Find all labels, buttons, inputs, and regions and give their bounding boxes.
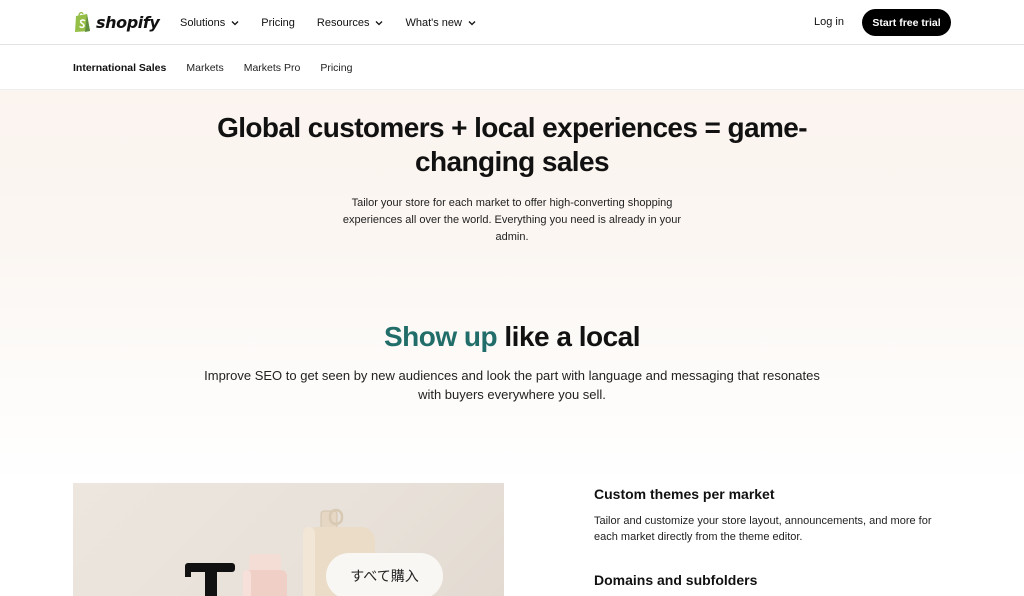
feature-title: Custom themes per market — [594, 486, 775, 502]
main-nav: Solutions Pricing Resources What's new — [180, 14, 498, 32]
subnav-item-international-sales[interactable]: International Sales — [73, 62, 166, 74]
nav-item-resources[interactable]: Resources — [317, 17, 384, 29]
section-title-rest: like a local — [497, 321, 641, 352]
sub-navigation: International Sales Markets Markets Pro … — [0, 45, 1024, 90]
subnav-item-pricing[interactable]: Pricing — [320, 62, 352, 74]
section-title-highlight: Show up — [383, 321, 498, 352]
nav-item-whats-new[interactable]: What's new — [405, 17, 476, 29]
hero-title: Global customers + local experiences = g… — [217, 112, 807, 177]
section-title: Show up like a local — [262, 321, 762, 353]
chevron-down-icon — [376, 21, 383, 26]
chevron-down-icon — [468, 21, 476, 26]
start-free-trial-button[interactable]: Start free trial — [862, 9, 951, 36]
hero-subtitle: Tailor your store for each market to off… — [342, 197, 682, 243]
brand-name: shopify — [96, 12, 160, 32]
nav-item-solutions[interactable]: Solutions — [180, 17, 239, 29]
subnav-item-markets[interactable]: Markets — [186, 62, 223, 74]
product-image: すべて購入 — [73, 483, 504, 596]
shopify-bag-icon — [75, 11, 90, 32]
feature-description: Tailor and customize your store layout, … — [594, 515, 932, 543]
nav-item-pricing[interactable]: Pricing — [261, 17, 295, 29]
chevron-down-icon — [231, 21, 239, 26]
nav-item-label: Solutions — [180, 17, 226, 29]
top-navigation: shopify Solutions Pricing Resources What… — [0, 0, 1024, 45]
nav-item-label: Pricing — [261, 17, 295, 29]
nav-item-label: What's new — [405, 17, 462, 29]
login-link[interactable]: Log in — [814, 16, 844, 28]
subnav-item-markets-pro[interactable]: Markets Pro — [244, 62, 301, 74]
feature-title: Domains and subfolders — [594, 572, 758, 588]
nav-item-label: Resources — [316, 17, 370, 29]
section-subtitle: Improve SEO to get seen by new audiences… — [204, 368, 820, 402]
shopify-logo[interactable]: shopify — [73, 11, 160, 33]
buy-all-button[interactable]: すべて購入 — [326, 553, 443, 596]
